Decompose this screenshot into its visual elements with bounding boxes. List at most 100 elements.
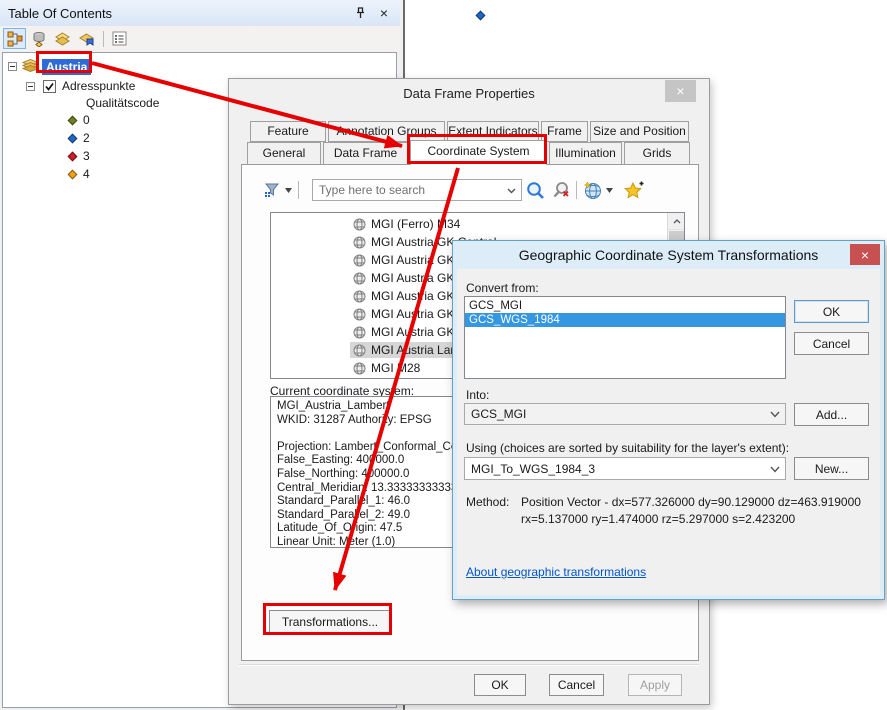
class-label: 3: [83, 149, 90, 163]
toolbar-separator: [103, 31, 104, 47]
chevron-down-icon[interactable]: [770, 407, 780, 421]
separator: [576, 181, 577, 199]
class-label: 2: [83, 131, 90, 145]
using-select[interactable]: MGI_To_WGS_1984_3: [464, 457, 786, 480]
class-symbol-diamond: [68, 133, 78, 143]
toc-titlebar: Table Of Contents ×: [0, 0, 400, 26]
chevron-down-icon[interactable]: [507, 183, 516, 197]
method-value-line1: Position Vector - dx=577.326000 dy=90.12…: [521, 495, 861, 509]
apply-button: Apply: [628, 674, 682, 696]
tab-extent-indicators[interactable]: Extent Indicators: [447, 121, 539, 142]
method-label: Method:: [466, 495, 509, 509]
class-symbol-diamond: [68, 151, 78, 161]
tab-size-and-position[interactable]: Size and Position: [590, 121, 689, 142]
class-symbol-diamond: [68, 115, 78, 125]
dialog-divider: [239, 664, 699, 666]
search-placeholder: Type here to search: [319, 183, 425, 197]
list-item-label: MGI Austria GK: [371, 289, 454, 303]
tab-grids[interactable]: Grids: [624, 142, 690, 164]
tab-row-back: Feature CacheAnnotation GroupsExtent Ind…: [250, 121, 689, 142]
gcs-transformations-dialog: Geographic Coordinate System Transformat…: [452, 240, 885, 600]
list-item-label: MGI M28: [371, 361, 420, 375]
list-item-label: MGI Austria GK: [371, 307, 454, 321]
tab-frame[interactable]: Frame: [541, 121, 588, 142]
filter-icon[interactable]: [264, 179, 281, 201]
method-value-line2: rx=5.137000 ry=1.474000 rz=5.297000 s=2.…: [521, 512, 795, 526]
dialog-title: Data Frame Properties: [229, 86, 709, 101]
class-symbol-diamond: [68, 169, 78, 179]
collapse-icon[interactable]: [8, 62, 17, 71]
ok-button[interactable]: OK: [474, 674, 526, 696]
ok-button[interactable]: OK: [794, 300, 869, 323]
add-to-favorites-icon[interactable]: [623, 179, 644, 201]
list-by-selection-icon[interactable]: [75, 28, 98, 49]
separator: [298, 181, 299, 199]
globe-options-icon[interactable]: [583, 179, 602, 201]
globe-icon: [353, 290, 366, 303]
list-by-source-icon[interactable]: [27, 28, 50, 49]
add-button[interactable]: Add...: [794, 403, 869, 426]
transformations-button[interactable]: Transformations...: [269, 610, 391, 634]
options-icon[interactable]: [108, 28, 131, 49]
tab-data-frame[interactable]: Data Frame: [323, 142, 408, 164]
new-button[interactable]: New...: [794, 457, 869, 480]
list-item-label: MGI Austria GK: [371, 325, 454, 339]
list-item[interactable]: MGI (Ferro) M34: [271, 215, 684, 233]
using-label: Using (choices are sorted by suitability…: [466, 441, 789, 455]
dialog-title: Geographic Coordinate System Transformat…: [453, 247, 884, 263]
into-label: Into:: [466, 388, 489, 402]
layer-visibility-checkbox[interactable]: [43, 80, 56, 93]
toc-toolbar: [0, 26, 400, 51]
globe-dropdown-icon[interactable]: [606, 179, 613, 201]
search-row: Type here to search: [242, 177, 698, 203]
cancel-button[interactable]: Cancel: [549, 674, 604, 696]
search-input[interactable]: Type here to search: [312, 179, 522, 201]
tab-illumination[interactable]: Illumination: [549, 142, 622, 164]
list-by-visibility-icon[interactable]: [51, 28, 74, 49]
scroll-up-icon[interactable]: [668, 213, 685, 230]
arcmap-screen: Table Of Contents ×: [0, 0, 887, 710]
search-icon[interactable]: [526, 179, 545, 201]
filter-dropdown-icon[interactable]: [285, 179, 292, 201]
class-label: 0: [83, 113, 90, 127]
dialog-content: Convert from: GCS_MGIGCS_WGS_1984 OK Can…: [457, 269, 880, 595]
convert-from-label: Convert from:: [466, 281, 539, 295]
into-select[interactable]: GCS_MGI: [464, 403, 786, 425]
tab-row-front: GeneralData FrameCoordinate SystemIllumi…: [247, 142, 690, 164]
globe-icon: [353, 218, 366, 231]
tab-general[interactable]: General: [247, 142, 321, 164]
class-label: 4: [83, 167, 90, 181]
list-by-drawing-order-icon[interactable]: [3, 28, 26, 49]
into-value: GCS_MGI: [471, 407, 526, 421]
tab-annotation-groups[interactable]: Annotation Groups: [328, 121, 445, 142]
toc-title: Table Of Contents: [8, 6, 344, 21]
tab-feature-cache[interactable]: Feature Cache: [250, 121, 326, 142]
group-layer-label[interactable]: Austria: [42, 59, 91, 75]
collapse-icon[interactable]: [26, 82, 35, 91]
close-icon[interactable]: ×: [850, 244, 880, 265]
tree-row-group[interactable]: Austria: [3, 56, 396, 77]
clear-search-icon[interactable]: [551, 179, 570, 201]
globe-icon: [353, 362, 366, 375]
tab-coordinate-system[interactable]: Coordinate System: [410, 140, 547, 165]
globe-icon: [353, 272, 366, 285]
map-point-marker: [476, 11, 486, 21]
globe-icon: [353, 326, 366, 339]
list-item-label: MGI (Ferro) M34: [371, 217, 460, 231]
list-item-label: MGI Austria GK: [371, 253, 454, 267]
list-item[interactable]: GCS_WGS_1984: [465, 313, 785, 327]
close-icon[interactable]: ×: [665, 80, 696, 102]
group-layer-icon: [22, 58, 39, 75]
cancel-button[interactable]: Cancel: [794, 332, 869, 355]
about-transformations-link[interactable]: About geographic transformations: [466, 565, 646, 579]
globe-icon: [353, 344, 366, 357]
convert-from-list[interactable]: GCS_MGIGCS_WGS_1984: [464, 296, 786, 379]
legend-field-label: Qualitätscode: [86, 96, 159, 110]
globe-icon: [353, 308, 366, 321]
list-item-label: MGI Austria GK: [371, 271, 454, 285]
layer-label[interactable]: Adresspunkte: [62, 79, 135, 93]
chevron-down-icon[interactable]: [770, 462, 780, 476]
list-item[interactable]: GCS_MGI: [465, 299, 785, 313]
close-icon[interactable]: ×: [376, 5, 392, 21]
pin-icon[interactable]: [352, 5, 368, 21]
